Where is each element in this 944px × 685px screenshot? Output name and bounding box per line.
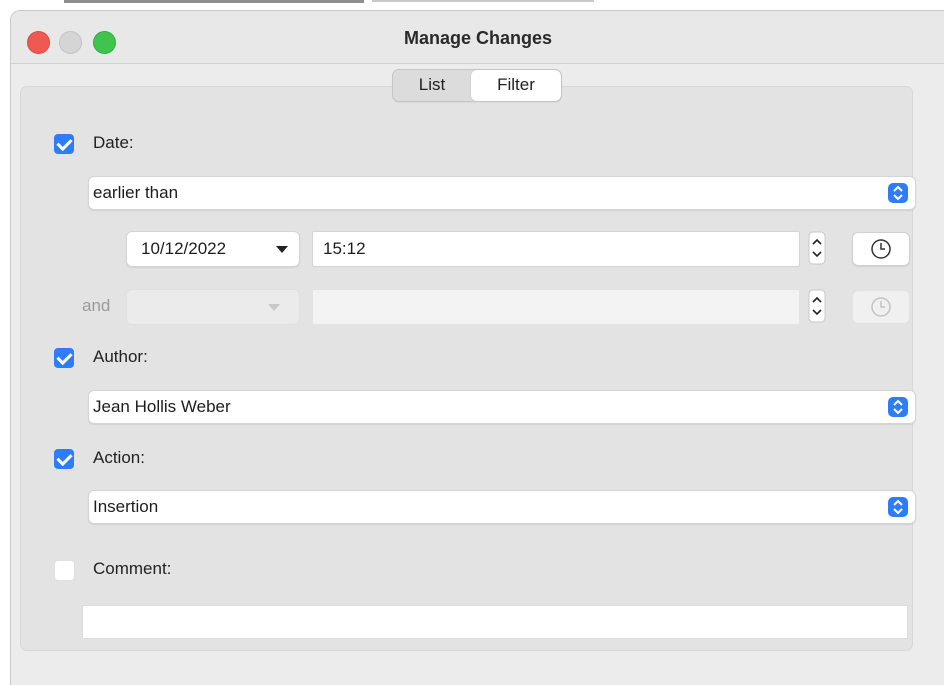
date-condition-value: earlier than <box>93 183 179 202</box>
date-condition-select[interactable]: earlier than <box>88 176 916 210</box>
tab-filter[interactable]: Filter <box>471 70 561 101</box>
author-select[interactable]: Jean Hollis Weber <box>88 390 916 424</box>
action-select[interactable]: Insertion <box>88 490 916 524</box>
select-stepper-icon <box>888 397 908 417</box>
chevron-down-icon <box>268 304 280 311</box>
comment-label: Comment: <box>93 559 172 578</box>
select-stepper-icon <box>888 497 908 517</box>
window-edge-line <box>64 0 364 3</box>
date-picker[interactable]: 10/12/2022 <box>126 231 300 267</box>
and-date-picker <box>126 289 300 325</box>
author-label: Author: <box>93 347 148 366</box>
clock-icon <box>871 297 891 317</box>
comment-input[interactable] <box>82 605 908 639</box>
time-input[interactable]: 15:12 <box>312 231 800 267</box>
action-label: Action: <box>93 448 145 467</box>
time-value: 15:12 <box>323 239 366 258</box>
action-checkbox[interactable] <box>54 449 74 469</box>
and-time-spin-button <box>808 289 826 323</box>
current-time-button[interactable] <box>852 232 910 266</box>
clock-icon <box>871 239 891 259</box>
window-edge-line-secondary <box>372 0 594 2</box>
tab-bar: List Filter <box>392 69 562 102</box>
date-checkbox[interactable] <box>54 134 74 154</box>
chevron-down-icon <box>276 246 288 253</box>
and-label: and <box>82 296 111 315</box>
and-current-time-button <box>852 290 910 324</box>
action-value: Insertion <box>93 497 159 516</box>
and-time-input <box>312 289 800 325</box>
comment-checkbox[interactable] <box>54 560 75 581</box>
author-checkbox[interactable] <box>54 348 74 368</box>
select-stepper-icon <box>888 183 908 203</box>
date-label: Date: <box>93 133 134 152</box>
time-spin-button[interactable] <box>808 231 826 265</box>
window-title: Manage Changes <box>403 28 553 48</box>
date-value: 10/12/2022 <box>141 239 227 258</box>
tab-list[interactable]: List <box>393 70 471 101</box>
author-value: Jean Hollis Weber <box>93 397 231 416</box>
title-bar: Manage Changes <box>11 11 944 64</box>
